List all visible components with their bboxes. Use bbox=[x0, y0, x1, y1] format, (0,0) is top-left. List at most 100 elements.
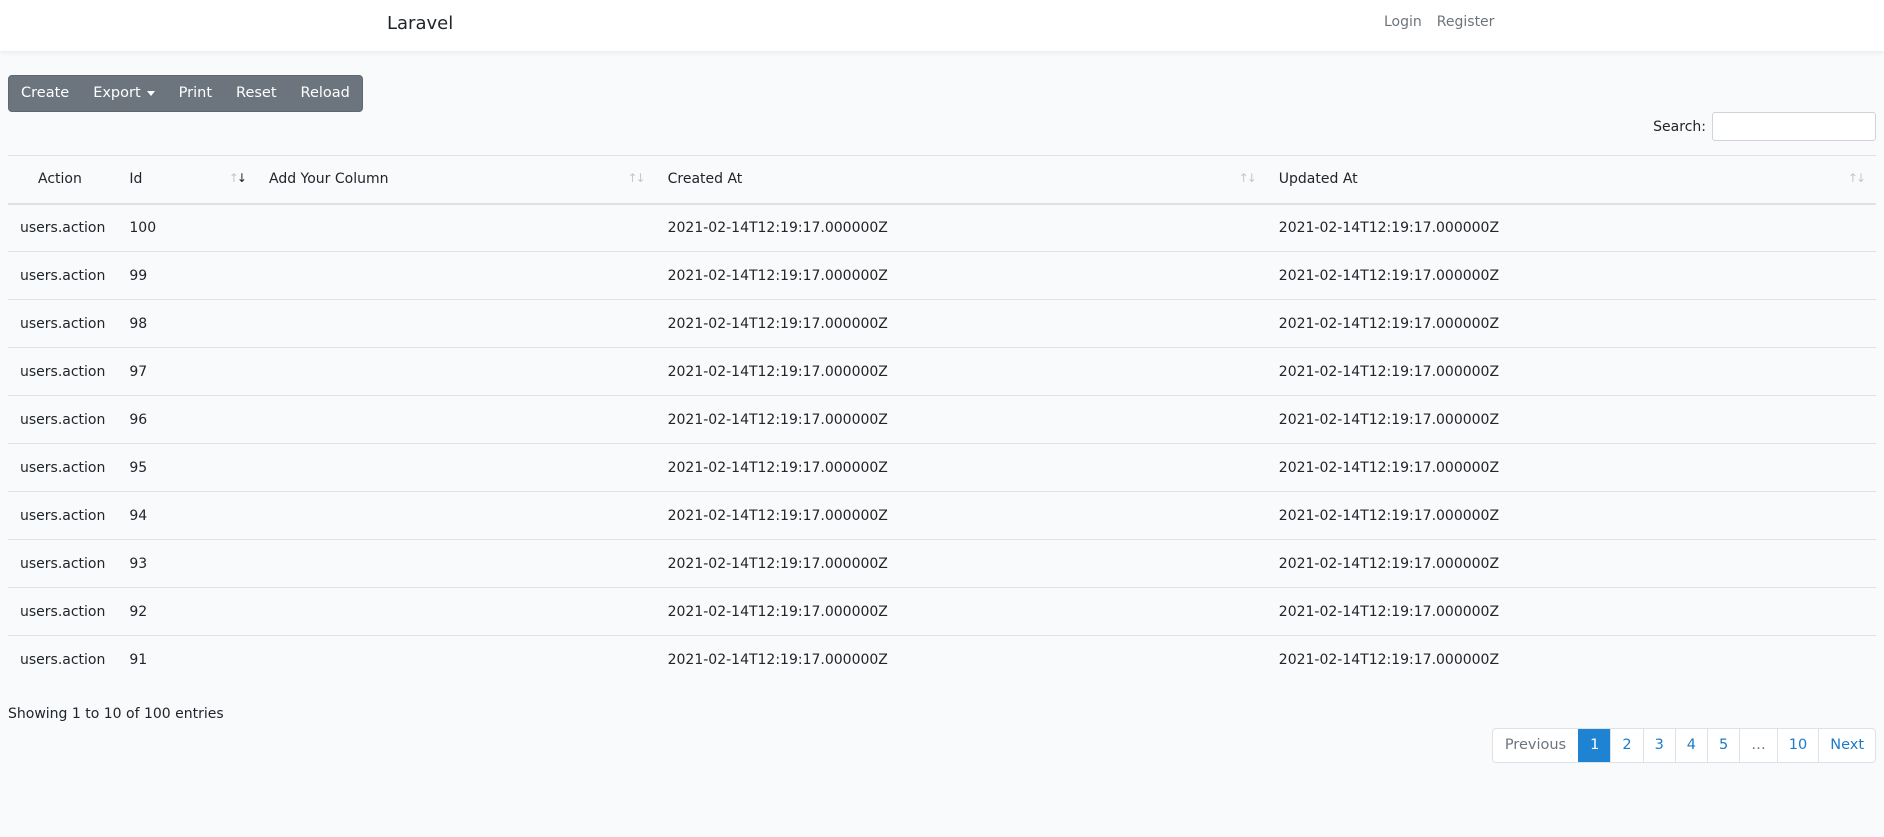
cell-action: users.action bbox=[8, 443, 118, 492]
cell-action: users.action bbox=[8, 347, 118, 396]
cell-updated-at: 2021-02-14T12:19:17.000000Z bbox=[1266, 299, 1876, 348]
register-link[interactable]: Register bbox=[1437, 14, 1495, 30]
cell-action: users.action bbox=[8, 539, 118, 588]
cell-id: 97 bbox=[117, 347, 257, 396]
cell-add-column bbox=[256, 587, 656, 636]
page-button-3[interactable]: 3 bbox=[1642, 729, 1675, 762]
cell-created-at: 2021-02-14T12:19:17.000000Z bbox=[655, 635, 1267, 684]
cell-action: users.action bbox=[8, 203, 118, 252]
datatable-toolbar: Create Export Print Reset Reload bbox=[8, 75, 363, 112]
cell-updated-at: 2021-02-14T12:19:17.000000Z bbox=[1266, 491, 1876, 540]
next-page-button[interactable]: Next bbox=[1818, 729, 1875, 762]
top-navbar: Laravel Login Register bbox=[0, 0, 1884, 51]
table-row: users.action 96 2021-02-14T12:19:17.000000… bbox=[8, 395, 1876, 444]
cell-add-column bbox=[256, 299, 656, 348]
column-header-label: Action bbox=[38, 171, 82, 188]
brand-link[interactable]: Laravel bbox=[387, 13, 453, 34]
cell-id: 95 bbox=[117, 443, 257, 492]
cell-updated-at: 2021-02-14T12:19:17.000000Z bbox=[1266, 395, 1876, 444]
column-header-id[interactable]: Id ↑↓ bbox=[117, 155, 257, 205]
cell-id: 91 bbox=[117, 635, 257, 684]
cell-id: 92 bbox=[117, 587, 257, 636]
cell-action: users.action bbox=[8, 251, 118, 300]
cell-id: 98 bbox=[117, 299, 257, 348]
cell-add-column bbox=[256, 251, 656, 300]
cell-created-at: 2021-02-14T12:19:17.000000Z bbox=[655, 539, 1267, 588]
page-button-1[interactable]: 1 bbox=[1578, 729, 1611, 762]
users-table: Action Id ↑↓ Add Your Column ↑↓ Created At… bbox=[8, 155, 1876, 684]
cell-action: users.action bbox=[8, 395, 118, 444]
search-box: Search: bbox=[1653, 112, 1876, 141]
column-header-label: Id bbox=[129, 171, 143, 188]
cell-id: 96 bbox=[117, 395, 257, 444]
cell-created-at: 2021-02-14T12:19:17.000000Z bbox=[655, 443, 1267, 492]
cell-updated-at: 2021-02-14T12:19:17.000000Z bbox=[1266, 443, 1876, 492]
table-header-row: Action Id ↑↓ Add Your Column ↑↓ Created At… bbox=[8, 155, 1876, 205]
cell-id: 93 bbox=[117, 539, 257, 588]
cell-updated-at: 2021-02-14T12:19:17.000000Z bbox=[1266, 251, 1876, 300]
table-row: users.action 95 2021-02-14T12:19:17.000000… bbox=[8, 443, 1876, 492]
table-row: users.action 94 2021-02-14T12:19:17.000000… bbox=[8, 491, 1876, 540]
table-row: users.action 98 2021-02-14T12:19:17.000000… bbox=[8, 299, 1876, 348]
cell-created-at: 2021-02-14T12:19:17.000000Z bbox=[655, 251, 1267, 300]
cell-updated-at: 2021-02-14T12:19:17.000000Z bbox=[1266, 347, 1876, 396]
table-info: Showing 1 to 10 of 100 entries bbox=[8, 706, 224, 722]
column-header-action: Action bbox=[8, 155, 118, 205]
create-button[interactable]: Create bbox=[9, 76, 81, 111]
cell-action: users.action bbox=[8, 587, 118, 636]
cell-created-at: 2021-02-14T12:19:17.000000Z bbox=[655, 203, 1267, 252]
print-button[interactable]: Print bbox=[167, 76, 224, 111]
sort-icon: ↑↓ bbox=[1847, 171, 1866, 185]
table-row: users.action 92 2021-02-14T12:19:17.000000… bbox=[8, 587, 1876, 636]
page-button-10[interactable]: 10 bbox=[1776, 729, 1818, 762]
export-dropdown-button[interactable]: Export bbox=[81, 76, 166, 111]
table-row: users.action 99 2021-02-14T12:19:17.000000… bbox=[8, 251, 1876, 300]
column-header-created-at[interactable]: Created At ↑↓ bbox=[655, 155, 1267, 205]
sort-icon: ↑↓ bbox=[1238, 171, 1257, 185]
cell-action: users.action bbox=[8, 491, 118, 540]
column-header-add-your-column[interactable]: Add Your Column ↑↓ bbox=[256, 155, 656, 205]
sort-down-arrow-icon: ↓ bbox=[236, 171, 247, 185]
cell-add-column bbox=[256, 539, 656, 588]
table-row: users.action 93 2021-02-14T12:19:17.000000… bbox=[8, 539, 1876, 588]
cell-add-column bbox=[256, 203, 656, 252]
column-header-label: Updated At bbox=[1278, 171, 1358, 188]
cell-add-column bbox=[256, 395, 656, 444]
cell-updated-at: 2021-02-14T12:19:17.000000Z bbox=[1266, 587, 1876, 636]
cell-id: 100 bbox=[117, 203, 257, 252]
page-button-4[interactable]: 4 bbox=[1674, 729, 1707, 762]
column-header-label: Add Your Column bbox=[268, 171, 389, 188]
cell-id: 94 bbox=[117, 491, 257, 540]
table-row: users.action 91 2021-02-14T12:19:17.000000… bbox=[8, 635, 1876, 684]
table-row: users.action 100 2021-02-14T12:19:17.00000… bbox=[8, 203, 1876, 252]
column-header-label: Created At bbox=[667, 171, 743, 188]
cell-updated-at: 2021-02-14T12:19:17.000000Z bbox=[1266, 635, 1876, 684]
cell-created-at: 2021-02-14T12:19:17.000000Z bbox=[655, 347, 1267, 396]
cell-action: users.action bbox=[8, 299, 118, 348]
login-link[interactable]: Login bbox=[1384, 14, 1422, 30]
cell-updated-at: 2021-02-14T12:19:17.000000Z bbox=[1266, 539, 1876, 588]
page-button-5[interactable]: 5 bbox=[1707, 729, 1739, 762]
previous-page-button[interactable]: Previous bbox=[1493, 729, 1578, 762]
nav-links: Login Register bbox=[1384, 14, 1494, 30]
page-button-2[interactable]: 2 bbox=[1610, 729, 1642, 762]
table-row: users.action 97 2021-02-14T12:19:17.000000… bbox=[8, 347, 1876, 396]
cell-created-at: 2021-02-14T12:19:17.000000Z bbox=[655, 299, 1267, 348]
pagination: Previous 1 2 3 4 5 … 10 Next bbox=[1491, 728, 1876, 763]
sort-up-arrow-icon: ↑ bbox=[228, 171, 239, 185]
page-ellipsis: … bbox=[1739, 729, 1777, 762]
cell-add-column bbox=[256, 347, 656, 396]
sort-icon: ↑↓ bbox=[627, 171, 646, 185]
cell-add-column bbox=[256, 491, 656, 540]
search-input[interactable] bbox=[1712, 112, 1876, 141]
cell-created-at: 2021-02-14T12:19:17.000000Z bbox=[655, 587, 1267, 636]
reset-button[interactable]: Reset bbox=[224, 76, 289, 111]
reload-button[interactable]: Reload bbox=[289, 76, 362, 111]
sort-desc-icon: ↑↓ bbox=[228, 171, 247, 185]
cell-created-at: 2021-02-14T12:19:17.000000Z bbox=[655, 491, 1267, 540]
cell-add-column bbox=[256, 443, 656, 492]
column-header-updated-at[interactable]: Updated At ↑↓ bbox=[1266, 155, 1876, 205]
cell-created-at: 2021-02-14T12:19:17.000000Z bbox=[655, 395, 1267, 444]
cell-add-column bbox=[256, 635, 656, 684]
cell-action: users.action bbox=[8, 635, 118, 684]
